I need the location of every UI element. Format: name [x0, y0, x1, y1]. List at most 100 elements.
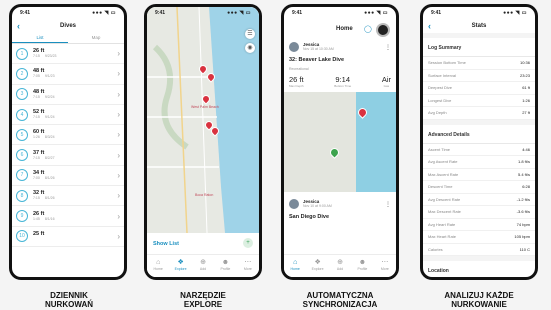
list-item[interactable]: 4 52 ft 7:15 9/1/24 ›: [12, 105, 124, 126]
list-item[interactable]: 1 26 ft 7:15 9/23/23 ›: [12, 44, 124, 65]
caption-line: NURKOWANIE: [451, 300, 507, 309]
dive-number: 9: [16, 210, 28, 223]
dive-number: 2: [16, 67, 28, 80]
tab-more[interactable]: ⋯ More: [237, 255, 259, 277]
tab-label: Profile: [220, 267, 231, 271]
dive-info: 48 ft 7:15 9/2/24: [33, 89, 117, 100]
dive-info: 60 ft 1:26 8/3/24: [33, 129, 117, 140]
dive-meta: 7:15 9/1/24: [33, 115, 117, 120]
dive-info: 37 ft 7:15 8/2/27: [33, 150, 117, 161]
dive-meta: 7:15 8/1/26: [33, 196, 117, 201]
stat-label: Bottom Time: [334, 84, 352, 88]
feed-post[interactable]: Jessica Nov 15 at 10:30 AM ⋮ 32: Beaver …: [284, 39, 396, 88]
caption-line: EXPLORE: [183, 300, 223, 309]
status-bar: 9:41 ●●● ◥ ▭: [423, 7, 535, 19]
status-bar: 9:41 ●●● ◥ ▭: [12, 7, 124, 19]
tab-home[interactable]: ⌂ Home: [147, 255, 169, 277]
dive-map[interactable]: [284, 92, 396, 192]
list-item[interactable]: 2 48 ft 7:05 9/1/23 ›: [12, 64, 124, 85]
phone-dives-list: 9:41 ●●● ◥ ▭ ‹ Dives List Map 1 26 ft 7:15…: [9, 4, 127, 280]
tab-explore[interactable]: ❖ Explore: [169, 255, 191, 277]
show-list-button[interactable]: Show List: [153, 241, 179, 247]
caption: NARZĘDZIE EXPLORE: [133, 291, 273, 309]
dive-number: 8: [16, 189, 28, 202]
status-time: 9:41: [20, 10, 31, 16]
stat-key: Ascent Time: [428, 146, 451, 152]
tab-explore[interactable]: ❖ Explore: [306, 255, 328, 277]
tab-home[interactable]: ⌂ Home: [284, 255, 306, 277]
home-icon: ⌂: [293, 259, 298, 266]
dive-info: 34 ft 7:00 8/1/26: [33, 170, 117, 181]
layers-icon[interactable]: ☰: [245, 29, 255, 39]
tab-add[interactable]: ⊕ Add: [192, 255, 214, 277]
list-item[interactable]: 3 48 ft 7:15 9/2/24 ›: [12, 85, 124, 105]
stat-row: Session Bottom Time 10:36: [423, 57, 535, 70]
map-view[interactable]: ☰ ◉ West Palm Beach Boca Raton: [147, 7, 259, 234]
tab-profile[interactable]: ☻ Profile: [351, 255, 373, 277]
status-icons: ●●● ◥ ▭: [503, 10, 527, 16]
back-icon[interactable]: ‹: [17, 19, 20, 33]
stat-value: 105 bpm: [514, 234, 530, 240]
map-label: West Palm Beach: [191, 105, 219, 109]
dive-meta: 7:15 8/2/27: [33, 156, 117, 161]
list-item[interactable]: 7 34 ft 7:00 8/1/26 ›: [12, 166, 124, 187]
more-options-icon[interactable]: ⋮: [385, 201, 391, 208]
stat-row: Avg Ascent Rate 1.8 ft/s: [423, 156, 535, 169]
dive-info: 52 ft 7:15 9/1/24: [33, 109, 117, 120]
chevron-right-icon: ›: [117, 231, 120, 241]
add-icon[interactable]: +: [243, 238, 253, 248]
dive-number: 10: [16, 230, 28, 243]
stat-label: Max Depth: [289, 84, 304, 88]
stat-row: Avg Depth 27 ft: [423, 107, 535, 120]
stat-row: Max Ascent Rate 5.4 ft/s: [423, 169, 535, 181]
home-header: Home ◯: [284, 19, 396, 39]
status-bar: 9:41 ●●● ◥ ▭: [147, 7, 259, 19]
stat-gas: Air Gas: [382, 75, 391, 88]
caption-line: ANALIZUJ KAŻDE: [444, 291, 514, 300]
tab-bar: ⌂ Home ❖ Explore ⊕ Add ☻ Profile ⋯ More: [147, 254, 259, 277]
stat-key: Max Ascent Rate: [428, 171, 459, 177]
dive-meta: 1:26 8/3/24: [33, 135, 117, 140]
dive-info: 48 ft 7:05 9/1/23: [33, 68, 117, 79]
sync-icon[interactable]: ◯: [364, 25, 372, 33]
tab-label: Explore: [174, 267, 187, 271]
stat-key: Avg Depth: [428, 110, 447, 116]
dive-time: 1:45: [33, 216, 40, 221]
caption-line: DZIENNIK: [50, 291, 88, 300]
tab-list[interactable]: List: [12, 33, 68, 43]
stat-row: Longest Dive 1:26: [423, 95, 535, 107]
tab-map[interactable]: Map: [68, 33, 124, 43]
tab-label: Home: [290, 267, 300, 271]
dive-date: 9/23/23: [44, 54, 57, 59]
stat-value: 74 bpm: [516, 221, 530, 227]
log-summary-rows: Session Bottom Time 10:36 Surface Interval…: [423, 57, 535, 120]
stat-key: Session Bottom Time: [428, 60, 466, 66]
dive-title: San Diego Dive: [289, 214, 330, 220]
dive-info: 32 ft 7:15 8/1/26: [33, 190, 117, 201]
list-item[interactable]: 5 60 ft 1:26 8/3/24 ›: [12, 125, 124, 146]
tab-add[interactable]: ⊕ Add: [329, 255, 351, 277]
list-item[interactable]: 8 32 ft 7:15 8/1/26 ›: [12, 186, 124, 207]
stat-value: -1.2 ft/s: [516, 196, 530, 202]
stat-label: Gas: [383, 84, 390, 88]
chevron-right-icon: ›: [117, 89, 120, 99]
back-icon[interactable]: ‹: [428, 19, 431, 33]
list-item[interactable]: 10 25 ft ›: [12, 227, 124, 247]
tab-profile[interactable]: ☻ Profile: [214, 255, 236, 277]
caption: ANALIZUJ KAŻDE NURKOWANIE: [409, 291, 549, 309]
tab-more[interactable]: ⋯ More: [374, 255, 396, 277]
watch-icon[interactable]: [376, 23, 390, 37]
avatar: [289, 42, 299, 52]
dive-info: 26 ft 7:15 9/23/23: [33, 48, 117, 59]
stat-key: Max Descent Rate: [428, 209, 461, 215]
list-item[interactable]: 9 26 ft 1:45 8/1/16 ›: [12, 206, 124, 227]
stat-value: 110 C: [519, 246, 530, 252]
more-options-icon[interactable]: ⋮: [385, 44, 391, 51]
dive-info: 25 ft: [33, 231, 117, 242]
page-title: Dives: [59, 23, 76, 29]
compass-icon: ❖: [314, 259, 321, 266]
feed-post[interactable]: Jessica Nov 10 at 9:00 AM ⋮ San Diego Di…: [284, 196, 396, 220]
stat-value: 5.4 ft/s: [517, 171, 530, 177]
locate-icon[interactable]: ◉: [245, 43, 255, 53]
list-item[interactable]: 6 37 ft 7:15 8/2/27 ›: [12, 145, 124, 166]
